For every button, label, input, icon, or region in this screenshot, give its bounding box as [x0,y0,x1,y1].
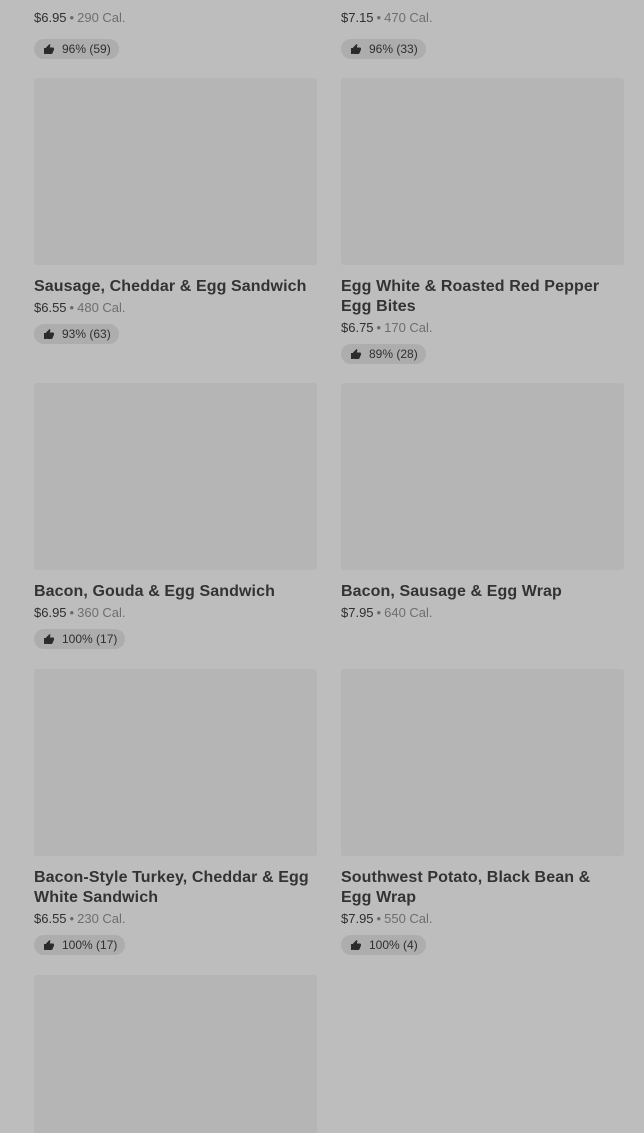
price: $6.95 [34,605,67,620]
price-calories: $7.95 • 550 Cal. [341,911,624,927]
separator-dot: • [69,10,75,25]
thumbs-up-icon [351,349,361,359]
price-calories: $6.95 • 290 Cal. [34,10,126,26]
price-calories: $6.95 • 360 Cal. [34,605,317,621]
rating-text: 89% (28) [369,347,418,361]
item-name[interactable]: Southwest Potato, Black Bean & Egg Wrap [341,868,624,908]
calories: 480 Cal. [77,300,126,315]
price-calories: $7.15 • 470 Cal. [341,10,433,26]
rating-text: 100% (17) [62,632,118,646]
thumbs-up-icon [351,44,361,54]
rating-text: 96% (59) [62,42,111,56]
rating-badge: 89% (28) [341,344,426,364]
price-calories: $7.95 • 640 Cal. [341,605,624,621]
rating-badge: 100% (17) [34,629,126,649]
item-name[interactable]: Egg White & Roasted Red Pepper Egg Bites [341,277,624,317]
item-image[interactable] [34,383,317,570]
rating-badge: 96% (59) [34,39,119,59]
calories: 290 Cal. [77,10,126,25]
menu-item-card[interactable]: Bacon, Sausage & Egg Wrap $7.95 • 640 Cal. [341,383,624,621]
calories: 360 Cal. [77,605,126,620]
separator-dot: • [376,605,382,620]
thumbs-up-icon [44,940,54,950]
separator-dot: • [69,300,75,315]
thumbs-up-icon [44,329,54,339]
separator-dot: • [376,320,382,335]
item-name[interactable]: Sausage, Cheddar & Egg Sandwich [34,277,317,297]
rating-badge: 100% (4) [341,935,426,955]
calories: 640 Cal. [384,605,433,620]
item-image[interactable] [341,669,624,856]
calories: 470 Cal. [384,10,433,25]
rating-badge: 96% (33) [341,39,426,59]
price-calories: $6.55 • 480 Cal. [34,300,317,316]
item-image[interactable] [341,78,624,265]
calories: 170 Cal. [384,320,433,335]
menu-item-card[interactable]: Bacon, Gouda & Egg Sandwich $6.95 • 360 Ca… [34,383,317,650]
item-name[interactable]: Bacon-Style Turkey, Cheddar & Egg White … [34,868,317,908]
item-name[interactable]: Bacon, Gouda & Egg Sandwich [34,582,317,602]
rating-text: 100% (17) [62,938,118,952]
menu-item-card[interactable]: Sausage, Cheddar & Egg Sandwich $6.55 • 48… [34,78,317,345]
menu-item-card[interactable] [34,975,317,1133]
price: $7.95 [341,911,374,926]
thumbs-up-icon [44,44,54,54]
menu-item-card[interactable]: Egg White & Roasted Red Pepper Egg Bites… [341,78,624,365]
price: $7.15 [341,10,374,25]
price: $6.75 [341,320,374,335]
price: $6.55 [34,300,67,315]
price-calories: $6.75 • 170 Cal. [341,320,624,336]
menu-item-card[interactable]: Southwest Potato, Black Bean & Egg Wrap … [341,669,624,956]
rating-text: 96% (33) [369,42,418,56]
price: $7.95 [341,605,374,620]
price: $6.55 [34,911,67,926]
price: $6.95 [34,10,67,25]
menu-item-card[interactable]: Bacon-Style Turkey, Cheddar & Egg White … [34,669,317,956]
separator-dot: • [376,10,382,25]
item-image[interactable] [34,78,317,265]
calories: 230 Cal. [77,911,126,926]
item-image[interactable] [341,383,624,570]
menu-grid: $6.95 • 290 Cal. 96% (59) $7.15 • 470 Cal. 9… [0,0,644,1133]
item-name[interactable]: Bacon, Sausage & Egg Wrap [341,582,624,602]
separator-dot: • [376,911,382,926]
item-image[interactable] [34,669,317,856]
thumbs-up-icon [44,634,54,644]
separator-dot: • [69,605,75,620]
price-calories: $6.55 • 230 Cal. [34,911,317,927]
thumbs-up-icon [351,940,361,950]
separator-dot: • [69,911,75,926]
rating-badge: 93% (63) [34,324,119,344]
rating-text: 100% (4) [369,938,418,952]
rating-text: 93% (63) [62,327,111,341]
item-image[interactable] [34,975,317,1133]
calories: 550 Cal. [384,911,433,926]
rating-badge: 100% (17) [34,935,126,955]
